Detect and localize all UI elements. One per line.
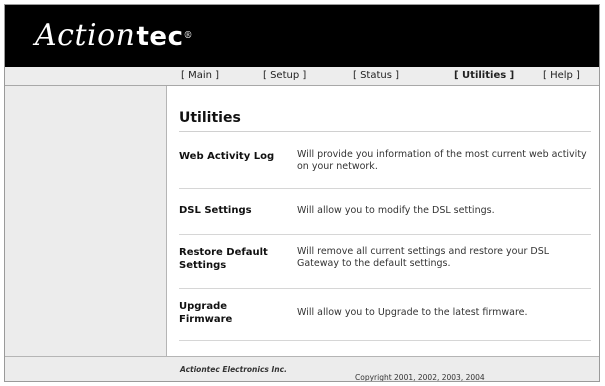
nav-main[interactable]: [ Main ] xyxy=(181,70,219,81)
nav-status[interactable]: [ Status ] xyxy=(353,70,399,81)
main-content: Utilities Web Activity Log Will provide … xyxy=(167,86,599,356)
utility-row-dsl-settings: DSL Settings Will allow you to modify th… xyxy=(179,188,591,235)
top-nav: [ Main ] [ Setup ] [ Status ] [ Utilitie… xyxy=(5,67,599,86)
utility-row-restore-default-settings: Restore Default Settings Will remove all… xyxy=(179,234,591,289)
nav-setup[interactable]: [ Setup ] xyxy=(263,70,306,81)
footer: Copyright 2001, 2002, 2003, 2004 Actiont… xyxy=(5,356,599,382)
sidebar xyxy=(5,86,167,356)
page-title: Utilities xyxy=(179,110,241,126)
copyright-text: Copyright 2001, 2002, 2003, 2004 Actiont… xyxy=(180,365,485,382)
utility-row-upgrade-firmware: Upgrade Firmware Will allow you to Upgra… xyxy=(179,288,591,341)
web-activity-log-description: Will provide you information of the most… xyxy=(297,149,587,172)
upgrade-firmware-description: Will allow you to Upgrade to the latest … xyxy=(297,307,528,318)
restore-default-settings-link[interactable]: Restore Default Settings xyxy=(179,246,269,272)
web-activity-log-link[interactable]: Web Activity Log xyxy=(179,150,289,163)
nav-help[interactable]: [ Help ] xyxy=(543,70,580,81)
router-admin-window: Actiontec® [ Main ] [ Setup ] [ Status ]… xyxy=(4,4,600,382)
dsl-settings-link[interactable]: DSL Settings xyxy=(179,204,289,217)
nav-utilities[interactable]: [ Utilities ] xyxy=(454,70,514,81)
actiontec-logo: Actiontec® xyxy=(35,18,193,53)
title-divider xyxy=(179,131,591,132)
utility-row-web-activity-log: Web Activity Log Will provide you inform… xyxy=(179,133,591,189)
header-bar: Actiontec® xyxy=(5,5,599,67)
restore-default-settings-description: Will remove all current settings and res… xyxy=(297,246,550,269)
dsl-settings-description: Will allow you to modify the DSL setting… xyxy=(297,205,495,216)
upgrade-firmware-link[interactable]: Upgrade Firmware xyxy=(179,300,249,326)
